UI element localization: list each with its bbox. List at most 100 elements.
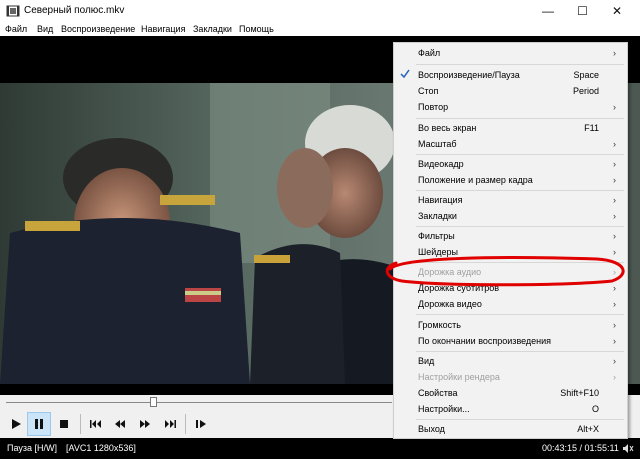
menu-item-label: Воспроизведение/Пауза xyxy=(418,70,520,80)
menu-navigation[interactable]: Навигация xyxy=(141,22,185,36)
menu-item-label: Свойства xyxy=(418,388,458,398)
menu-item-label: Во весь экран xyxy=(418,123,477,133)
window-title: Северный полюс.mkv xyxy=(24,5,125,16)
menu-separator xyxy=(416,190,624,191)
chevron-right-icon: › xyxy=(613,231,616,241)
context-menu-item-play-pause[interactable]: Воспроизведение/Пауза Space xyxy=(394,67,627,83)
context-menu-item-navigation[interactable]: Навигация › xyxy=(394,192,627,208)
context-menu-item-bookmarks[interactable]: Закладки › xyxy=(394,208,627,224)
chevron-right-icon: › xyxy=(613,48,616,58)
menu-help[interactable]: Помощь xyxy=(239,22,274,36)
menu-separator xyxy=(416,64,624,65)
chevron-right-icon: › xyxy=(613,247,616,257)
time-display: 00:43:15 / 01:55:11 xyxy=(542,443,619,453)
maximize-button[interactable]: ☐ xyxy=(571,0,594,22)
chevron-right-icon: › xyxy=(613,283,616,293)
menu-item-label: Вид xyxy=(418,356,435,366)
menu-item-shortcut: Period xyxy=(572,86,599,96)
rewind-icon xyxy=(115,420,125,428)
pause-icon xyxy=(35,419,43,429)
context-menu-item-shaders[interactable]: Шейдеры › xyxy=(394,244,627,260)
chevron-right-icon: › xyxy=(613,372,616,382)
chevron-right-icon: › xyxy=(613,159,616,169)
pause-button[interactable] xyxy=(27,412,51,436)
chevron-right-icon: › xyxy=(613,195,616,205)
context-menu-item-after-playback[interactable]: По окончании воспроизведения › xyxy=(394,333,627,349)
close-button[interactable]: ✕ xyxy=(594,0,640,22)
menu-item-label: Настройки... xyxy=(418,404,470,414)
context-menu-item-video-frame[interactable]: Видеокадр › xyxy=(394,156,627,172)
menu-item-shortcut: F11 xyxy=(584,123,599,133)
chevron-right-icon: › xyxy=(613,299,616,309)
close-icon: ✕ xyxy=(611,4,623,18)
chevron-right-icon: › xyxy=(613,175,616,185)
frame-step-button[interactable] xyxy=(189,412,213,436)
context-menu-item-view[interactable]: Вид › xyxy=(394,353,627,369)
chevron-right-icon: › xyxy=(613,211,616,221)
menu-playback[interactable]: Воспроизведение xyxy=(61,22,135,36)
minimize-button[interactable]: — xyxy=(525,0,571,22)
next-button[interactable] xyxy=(158,412,182,436)
stop-icon xyxy=(60,420,68,428)
menu-item-label: Положение и размер кадра xyxy=(418,175,533,185)
play-icon xyxy=(12,419,21,429)
menu-item-shortcut: Alt+X xyxy=(577,424,599,434)
context-menu-item-subtitle-track[interactable]: Дорожка субтитров › xyxy=(394,280,627,296)
menu-item-label: Шейдеры xyxy=(418,247,459,257)
toolbar-divider xyxy=(185,414,186,434)
menu-item-label: Файл xyxy=(418,48,441,58)
context-menu-item-repeat[interactable]: Повтор › xyxy=(394,99,627,115)
checkmark-icon xyxy=(400,69,410,79)
menu-view[interactable]: Вид xyxy=(37,22,53,36)
context-menu-item-properties[interactable]: Свойства Shift+F10 xyxy=(394,385,627,401)
context-menu-item-zoom[interactable]: Масштаб › xyxy=(394,136,627,152)
menu-bookmarks[interactable]: Закладки xyxy=(193,22,232,36)
menu-item-label: Дорожка видео xyxy=(418,299,482,309)
context-menu-item-exit[interactable]: Выход Alt+X xyxy=(394,421,627,437)
menu-item-label: Фильтры xyxy=(418,231,455,241)
menu-item-label: Навигация xyxy=(418,195,463,205)
frame-step-icon xyxy=(196,420,206,428)
context-menu-item-stop[interactable]: Стоп Period xyxy=(394,83,627,99)
status-bar: Пауза [H/W] [AVC1 1280x536] 00:43:15 / 0… xyxy=(0,438,640,459)
volume-icon[interactable] xyxy=(622,443,634,454)
menu-separator xyxy=(416,262,624,263)
menu-separator xyxy=(416,419,624,420)
chevron-right-icon: › xyxy=(613,102,616,112)
maximize-icon: ☐ xyxy=(577,4,588,18)
menu-item-shortcut: O xyxy=(591,404,599,414)
menu-item-label: Повтор xyxy=(418,102,449,112)
menu-item-shortcut: Space xyxy=(573,70,599,80)
menu-item-label: Дорожка субтитров xyxy=(418,283,500,293)
menu-item-label: По окончании воспроизведения xyxy=(418,336,552,346)
chevron-right-icon: › xyxy=(613,267,616,277)
menu-file[interactable]: Файл xyxy=(5,22,27,36)
title-bar: Северный полюс.mkv — ☐ ✕ xyxy=(0,0,640,22)
chevron-right-icon: › xyxy=(613,336,616,346)
menu-separator xyxy=(416,351,624,352)
minimize-icon: — xyxy=(542,4,554,18)
seek-track[interactable] xyxy=(6,402,392,403)
context-menu-item-options[interactable]: Настройки... O xyxy=(394,401,627,417)
context-menu-item-volume[interactable]: Громкость › xyxy=(394,317,627,333)
fast-forward-button[interactable] xyxy=(133,412,157,436)
menu-item-shortcut: Shift+F10 xyxy=(560,388,599,398)
context-menu-item-video-track[interactable]: Дорожка видео › xyxy=(394,296,627,312)
playback-state: Пауза [H/W] xyxy=(7,443,58,453)
menu-item-label: Громкость xyxy=(418,320,461,330)
context-menu-item-frame-position[interactable]: Положение и размер кадра › xyxy=(394,172,627,188)
rewind-button[interactable] xyxy=(108,412,132,436)
menu-bar: Файл Вид Воспроизведение Навигация Закла… xyxy=(0,22,640,36)
context-menu-item-file[interactable]: Файл › xyxy=(394,45,627,61)
menu-item-label: Настройки рендера xyxy=(418,372,500,382)
context-menu-item-filters[interactable]: Фильтры › xyxy=(394,228,627,244)
seek-thumb[interactable] xyxy=(149,397,157,407)
stop-button[interactable] xyxy=(52,412,76,436)
app-icon xyxy=(6,5,20,17)
menu-item-label: Масштаб xyxy=(418,139,457,149)
play-button[interactable] xyxy=(4,412,28,436)
menu-item-label: Видеокадр xyxy=(418,159,464,169)
menu-separator xyxy=(416,118,624,119)
previous-button[interactable] xyxy=(84,412,108,436)
context-menu-item-fullscreen[interactable]: Во весь экран F11 xyxy=(394,120,627,136)
